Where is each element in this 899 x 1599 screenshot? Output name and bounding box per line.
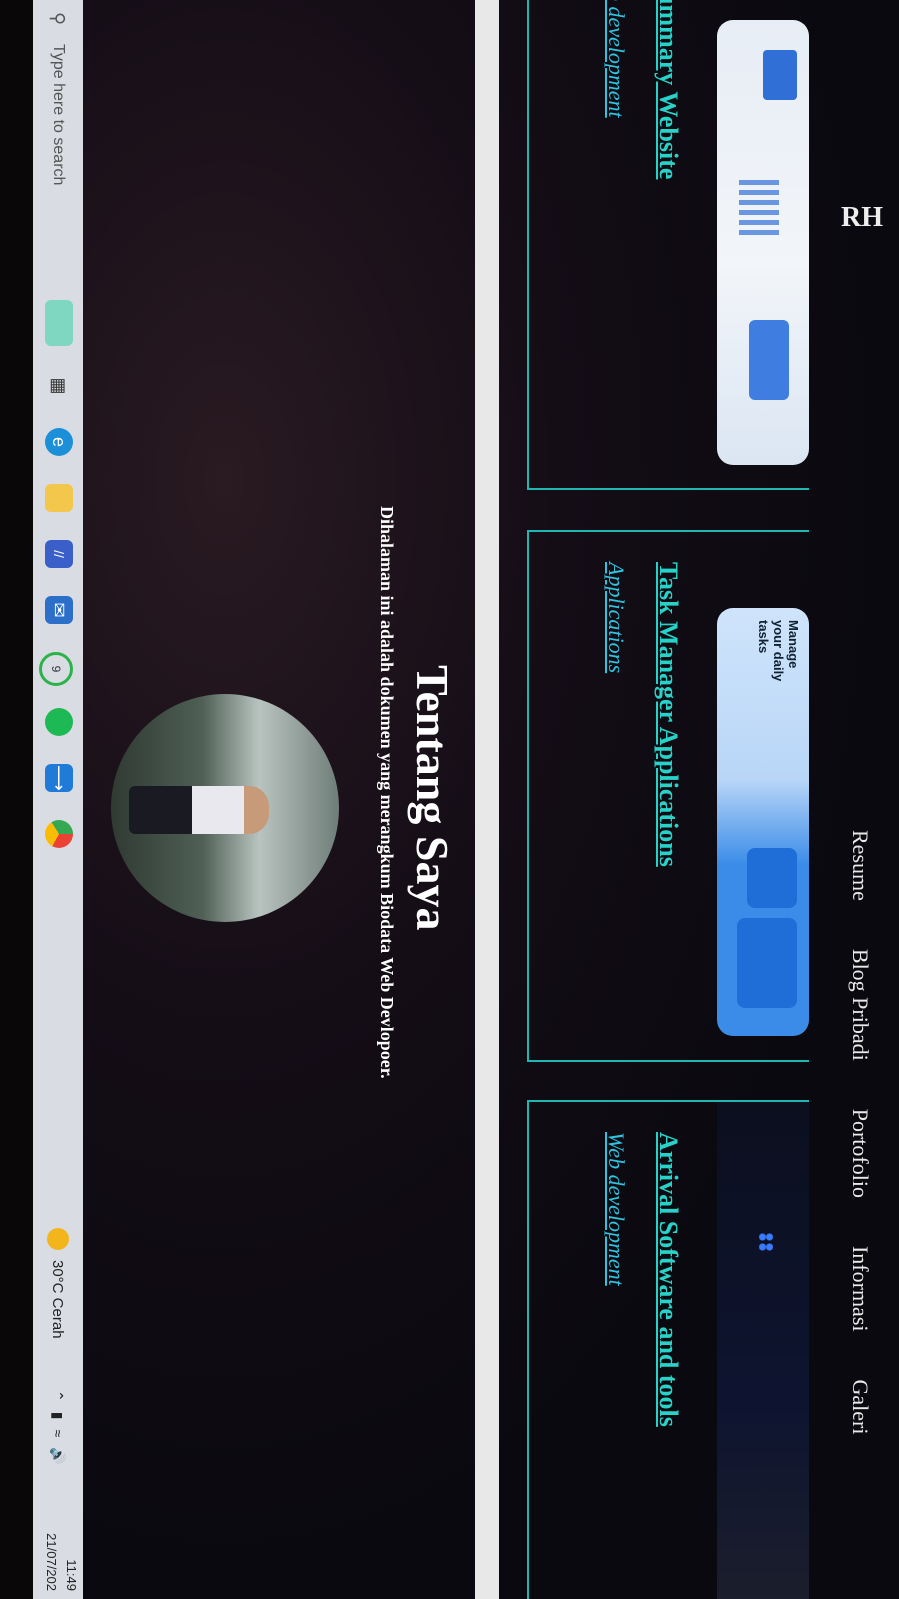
widgets-icon[interactable] [45, 300, 73, 346]
desktop-screen: RH Resume Blog Pribadi Portofolio Inform… [0, 0, 899, 1599]
card-thumbnail-summary [717, 20, 809, 465]
monitor-bezel [0, 0, 33, 1599]
weather-widget[interactable]: 30°C Cerah [33, 1228, 83, 1339]
top-nav: RH Resume Blog Pribadi Portofolio Inform… [817, 0, 899, 1599]
person-figure [129, 786, 269, 834]
profile-photo [111, 694, 339, 922]
nav-menu: Resume Blog Pribadi Portofolio Informasi… [847, 830, 873, 1482]
system-tray: ⌃ ▮ ≈ 🔊 [33, 1390, 83, 1465]
taskbar: ⚲ Type here to search ▦ e // ✉ 9 ⟶ 30°C … [33, 0, 83, 1599]
weather-text: 30°C Cerah [49, 1260, 67, 1339]
portfolio-card-arrival[interactable]: Arrival Software and tools Web developme… [527, 1100, 809, 1599]
about-description: Dihalaman ini adalah dokumen yang merang… [377, 506, 397, 1079]
search-placeholder: Type here to search [50, 44, 67, 186]
nav-item-blog-pribadi[interactable]: Blog Pribadi [847, 949, 873, 1061]
site-logo[interactable]: RH [841, 200, 883, 236]
tray-chevron-icon[interactable]: ⌃ [50, 1390, 67, 1402]
thumb-tile [747, 848, 797, 908]
thumb-tile [737, 918, 797, 1008]
nav-item-portofolio[interactable]: Portofolio [847, 1109, 873, 1198]
battery-icon[interactable]: ▮ [50, 1412, 67, 1420]
visual-studio-icon[interactable]: // [45, 540, 73, 568]
thumb-blue-block [763, 50, 797, 100]
task-view-icon[interactable]: ▦ [45, 372, 73, 400]
portfolio-card-task-manager[interactable]: Manage your daily tasks Task Manager App… [527, 530, 809, 1062]
portfolio-card-summary[interactable]: ummary Website b development [527, 0, 809, 490]
card-subtitle-arrival[interactable]: Web development [603, 1132, 629, 1286]
clock-date: 21/07/202 [44, 1533, 59, 1591]
weather-icon [47, 1228, 69, 1250]
file-explorer-icon[interactable] [45, 484, 73, 512]
thumb-dots [759, 1232, 773, 1252]
nav-item-galeri[interactable]: Galeri [847, 1380, 873, 1435]
card-subtitle-summary[interactable]: b development [603, 0, 629, 118]
card-thumbnail-task-manager: Manage your daily tasks [717, 608, 809, 1036]
card-title-summary[interactable]: ummary Website [653, 0, 683, 179]
taskbar-search[interactable]: ⚲ Type here to search [33, 0, 83, 300]
chrome-icon[interactable] [45, 820, 73, 848]
wifi-icon[interactable]: ≈ [50, 1429, 66, 1437]
thumb-card [749, 320, 789, 400]
card-title-task-manager[interactable]: Task Manager Applications [653, 562, 683, 867]
search-icon: ⚲ [48, 12, 69, 26]
clock-time: 11:49 [64, 1559, 79, 1591]
card-subtitle-task-manager[interactable]: Applications [603, 562, 629, 673]
mail-icon[interactable]: ✉ [45, 596, 73, 624]
thumb-chart-bars [739, 180, 779, 240]
thumb-manage-tasks-text: Manage your daily tasks [756, 620, 801, 682]
card-thumbnail-arrival [717, 1102, 809, 1599]
card-title-arrival[interactable]: Arrival Software and tools [653, 1132, 683, 1427]
taskbar-clock[interactable]: 11:49 21/07/202 [41, 1533, 81, 1591]
whatsapp-icon[interactable]: 9 [39, 652, 73, 686]
volume-icon[interactable]: 🔊 [50, 1447, 67, 1464]
nav-item-resume[interactable]: Resume [847, 830, 873, 901]
section-separator [475, 0, 499, 1599]
nav-item-informasi[interactable]: Informasi [847, 1246, 873, 1332]
about-title: Tentang Saya [407, 665, 458, 931]
vscode-icon[interactable]: ⟶ [45, 764, 73, 792]
edge-icon[interactable]: e [45, 428, 73, 456]
spotify-icon[interactable] [45, 708, 73, 736]
